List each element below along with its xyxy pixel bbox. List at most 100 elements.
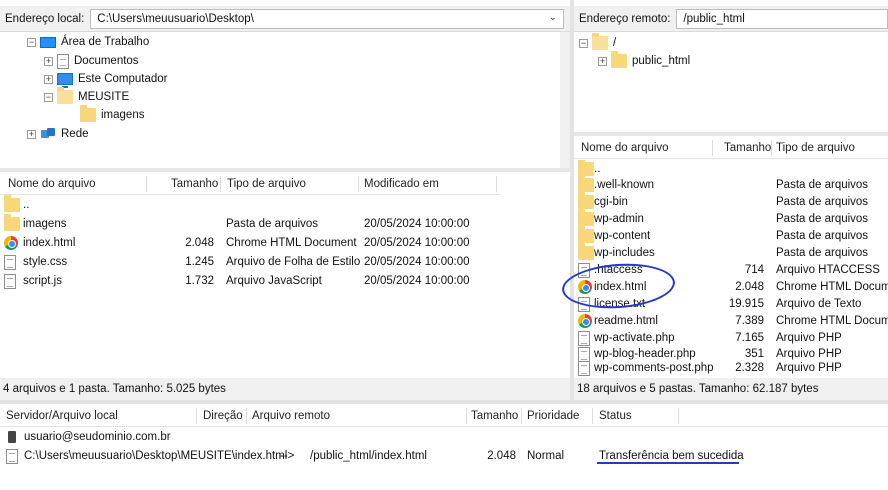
tree-item-label: Rede: [61, 128, 89, 140]
queue-header: Servidor/Arquivo local Direção Arquivo r…: [0, 405, 888, 427]
column-status[interactable]: Status: [599, 410, 632, 422]
folder-icon: [578, 160, 594, 176]
column-size[interactable]: Tamanho: [471, 410, 518, 422]
remote-address-bar: Endereço remoto: /public_html: [574, 6, 888, 32]
expand-icon[interactable]: +: [598, 56, 607, 66]
documents-icon: [57, 53, 69, 69]
file-icon: [4, 254, 16, 270]
local-status-bar: 4 arquivos e 1 pasta. Tamanho: 5.025 byt…: [0, 378, 570, 400]
list-item[interactable]: imagens Pasta de arquivos 20/05/2024 10:…: [4, 214, 504, 233]
expand-icon[interactable]: +: [44, 56, 53, 66]
network-icon: [40, 127, 56, 141]
file-icon: [6, 448, 18, 464]
file-icon: [578, 330, 590, 346]
column-remote-file[interactable]: Arquivo remoto: [252, 410, 330, 422]
list-item[interactable]: wp-includes Pasta de arquivos: [578, 243, 888, 262]
tree-item-label: /: [613, 37, 617, 49]
folder-icon: [592, 33, 608, 50]
local-address-bar: Endereço local: C:\Users\meuusuario\Desk…: [0, 6, 570, 32]
column-modified[interactable]: Modificado em: [364, 178, 439, 190]
list-item[interactable]: wp-admin Pasta de arquivos: [578, 209, 888, 228]
queue-direction: -->: [280, 450, 295, 462]
column-type[interactable]: Tipo de arquivo: [776, 142, 855, 154]
tree-item-network[interactable]: + Rede: [27, 125, 89, 143]
column-name[interactable]: Nome do arquivo: [581, 142, 669, 154]
column-priority[interactable]: Prioridade: [527, 410, 579, 422]
queue-splitter[interactable]: [0, 400, 888, 404]
local-status-text: 4 arquivos e 1 pasta. Tamanho: 5.025 byt…: [3, 383, 226, 395]
local-list-header: Nome do arquivo Tamanho Tipo de arquivo …: [0, 173, 500, 195]
remote-address-input[interactable]: /public_html: [676, 8, 888, 29]
chrome-icon: [4, 236, 18, 250]
folder-icon: [611, 51, 627, 68]
tree-item-public-html[interactable]: + public_html: [598, 51, 691, 70]
local-address-value: C:\Users\meuusuario\Desktop\: [97, 12, 254, 25]
queue-status: Transferência bem sucedida: [599, 450, 744, 462]
tree-item-label: public_html: [632, 55, 691, 67]
list-item[interactable]: style.css 1.245 Arquivo de Folha de Esti…: [4, 253, 504, 271]
queue-item-row[interactable]: C:\Users\meuusuario\Desktop\MEUSITE\inde…: [6, 447, 886, 465]
computer-icon: [57, 73, 73, 88]
column-size[interactable]: Tamanho: [724, 142, 771, 154]
remote-directory-tree: − / + public_html: [574, 32, 888, 132]
tree-item-desktop[interactable]: − Área de Trabalho: [27, 33, 149, 51]
expand-icon[interactable]: +: [44, 74, 53, 84]
folder-icon: [578, 209, 594, 226]
list-item[interactable]: wp-comments-post.php 2.328 Arquivo PHP: [578, 359, 888, 376]
remote-status-bar: 18 arquivos e 5 pastas. Tamanho: 62.187 …: [574, 378, 888, 400]
file-icon: [4, 273, 16, 289]
column-size[interactable]: Tamanho: [171, 178, 218, 190]
chrome-icon: [578, 314, 592, 328]
list-item[interactable]: cgi-bin Pasta de arquivos: [578, 192, 888, 211]
column-type[interactable]: Tipo de arquivo: [227, 178, 306, 190]
list-item[interactable]: index.html 2.048 Chrome HTML Document 20…: [4, 234, 504, 252]
expand-icon[interactable]: +: [27, 129, 36, 139]
remote-list-header: Nome do arquivo Tamanho Tipo de arquivo: [574, 137, 888, 159]
local-directory-tree: − Área de Trabalho + Documentos + Este C…: [0, 32, 570, 168]
tree-item-label: Este Computador: [78, 73, 168, 85]
folder-icon: [57, 87, 73, 104]
queue-size: 2.048: [487, 450, 516, 462]
column-direction[interactable]: Direção: [203, 410, 243, 422]
remote-splitter[interactable]: [574, 132, 888, 136]
tree-item-imagens[interactable]: imagens: [80, 105, 145, 124]
remote-address-label: Endereço remoto:: [579, 12, 671, 25]
queue-server: usuario@seudominio.com.br: [24, 431, 171, 443]
folder-icon: [80, 105, 96, 122]
local-address-label: Endereço local:: [5, 12, 85, 25]
tree-item-computer[interactable]: + Este Computador: [44, 70, 168, 88]
queue-server-row[interactable]: usuario@seudominio.com.br: [6, 428, 406, 446]
folder-icon: [578, 243, 594, 260]
column-server-local[interactable]: Servidor/Arquivo local: [6, 410, 118, 422]
collapse-icon[interactable]: −: [44, 92, 53, 102]
tree-item-label: Documentos: [74, 55, 139, 67]
server-icon: [6, 430, 18, 444]
file-icon: [578, 360, 590, 376]
desktop-icon: [40, 36, 56, 48]
remote-status-text: 18 arquivos e 5 pastas. Tamanho: 62.187 …: [577, 383, 819, 395]
column-name[interactable]: Nome do arquivo: [8, 178, 96, 190]
collapse-icon[interactable]: −: [27, 37, 36, 47]
folder-icon: [578, 226, 594, 243]
list-item[interactable]: ..: [4, 195, 504, 214]
tree-item-label: Área de Trabalho: [61, 36, 150, 48]
list-item[interactable]: wp-content Pasta de arquivos: [578, 226, 888, 245]
tree-item-meusite[interactable]: − MEUSITE: [44, 87, 129, 106]
list-item[interactable]: .well-known Pasta de arquivos: [578, 175, 888, 194]
local-tree-scrollbar[interactable]: [560, 32, 570, 168]
list-item[interactable]: readme.html 7.389 Chrome HTML Document: [578, 312, 888, 330]
queue-local-file: C:\Users\meuusuario\Desktop\MEUSITE\inde…: [24, 450, 288, 462]
queue-priority: Normal: [527, 450, 565, 462]
tree-item-documents[interactable]: + Documentos: [44, 52, 139, 70]
folder-icon: [578, 192, 594, 209]
folder-icon: [4, 195, 20, 212]
local-splitter[interactable]: [0, 168, 570, 172]
tree-item-label: imagens: [101, 109, 145, 121]
folder-icon: [578, 175, 594, 192]
local-address-input[interactable]: C:\Users\meuusuario\Desktop\ ⌄: [90, 8, 564, 29]
chevron-down-icon[interactable]: ⌄: [549, 12, 557, 23]
collapse-icon[interactable]: −: [579, 38, 588, 48]
list-item[interactable]: script.js 1.732 Arquivo JavaScript 20/05…: [4, 272, 504, 290]
tree-item-root[interactable]: − /: [579, 33, 617, 52]
highlight-underline: [597, 462, 739, 464]
